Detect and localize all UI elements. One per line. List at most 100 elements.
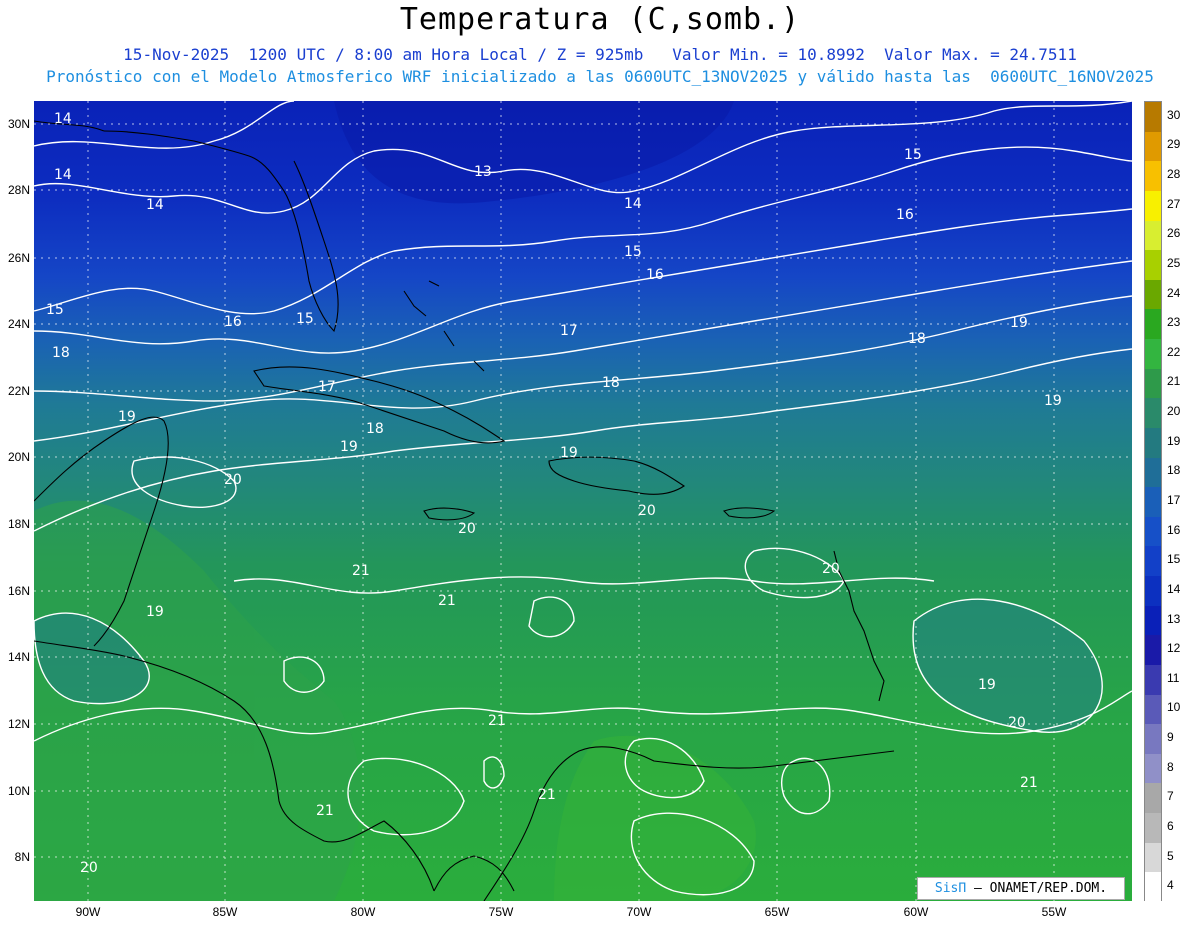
lon-label: 85W (212, 905, 238, 919)
colorbar-segment (1145, 813, 1161, 844)
colorbar-segment (1145, 339, 1161, 370)
colorbar-segment (1145, 161, 1161, 192)
colorbar-segment (1145, 872, 1161, 903)
colorbar-label: 10 (1167, 700, 1181, 715)
colorbar-label: 26 (1167, 226, 1181, 241)
colorbar-segment (1145, 487, 1161, 518)
contour-label: 19 (560, 445, 578, 461)
contour-label: 14 (146, 197, 164, 213)
lon-label: 55W (1041, 905, 1067, 919)
colorbar-label: 9 (1167, 730, 1174, 745)
contour-label: 19 (340, 439, 358, 455)
temperature-map: 14 14 14 13 14 15 16 15 15 16 15 16 17 1… (34, 101, 1132, 901)
contour-label: 14 (54, 167, 72, 183)
lon-label: 80W (350, 905, 376, 919)
contour-label: 20 (458, 521, 476, 537)
map-title: Temperatura (C,somb.) (399, 2, 801, 37)
colorbar-segment (1145, 250, 1161, 281)
colorbar-label: 7 (1167, 789, 1174, 804)
colorbar-segment (1145, 427, 1161, 459)
lon-label: 90W (75, 905, 101, 919)
contour-label: 21 (488, 713, 506, 729)
colorbar-label: 12 (1167, 641, 1181, 656)
contour-label: 19 (118, 409, 136, 425)
contour-label: 18 (366, 421, 384, 437)
colorbar-segment (1145, 220, 1161, 251)
contour-label: 17 (318, 379, 336, 395)
contour-label: 19 (1044, 393, 1062, 409)
colorbar-label: 11 (1167, 670, 1180, 685)
contour-label: 21 (1020, 775, 1038, 791)
colorbar-segment (1145, 576, 1161, 607)
colorbar-label: 23 (1167, 315, 1181, 330)
contour-label: 20 (80, 860, 98, 876)
colorbar-label: 8 (1167, 759, 1174, 774)
contour-label: 21 (352, 563, 370, 579)
colorbar-label: 30 (1167, 107, 1181, 122)
credit-text: – ONAMET/REP.DOM. (974, 881, 1108, 896)
colorbar-segment (1145, 398, 1161, 429)
contour-label: 19 (146, 604, 164, 620)
lat-label: 16N (7, 584, 30, 598)
colorbar-label: 4 (1167, 878, 1174, 893)
colorbar (1144, 101, 1162, 903)
lat-label: 22N (7, 384, 30, 398)
colorbar-segment (1145, 131, 1161, 162)
lat-label: 18N (7, 517, 30, 531)
sispi-logo: SisΠ (934, 881, 967, 896)
colorbar-label: 22 (1167, 344, 1181, 359)
lat-label: 20N (7, 450, 30, 464)
colorbar-label: 6 (1167, 818, 1174, 833)
lat-label: 28N (7, 183, 30, 197)
colorbar-label: 19 (1167, 433, 1181, 448)
lon-label: 65W (764, 905, 790, 919)
colorbar-label: 21 (1167, 374, 1181, 389)
colorbar-segment (1145, 842, 1161, 873)
lon-label: 75W (488, 905, 514, 919)
lon-label: 60W (903, 905, 929, 919)
contour-label: 20 (638, 503, 656, 519)
colorbar-segment (1145, 783, 1161, 814)
colorbar-segment (1145, 724, 1161, 755)
contour-label: 15 (296, 311, 314, 327)
colorbar-label: 20 (1167, 404, 1181, 419)
contour-label: 21 (316, 803, 334, 819)
colorbar-segment (1145, 635, 1161, 666)
lon-label: 70W (626, 905, 652, 919)
colorbar-label: 17 (1167, 493, 1181, 507)
colorbar-label: 5 (1167, 848, 1174, 863)
colorbar-label: 29 (1167, 137, 1181, 152)
colorbar-label: 13 (1167, 611, 1181, 626)
colorbar-segment (1145, 605, 1161, 636)
colorbar-segment (1145, 368, 1161, 399)
lat-label: 14N (7, 650, 30, 664)
contour-label: 20 (1008, 715, 1026, 731)
contour-label: 16 (646, 267, 664, 283)
colorbar-segment (1145, 546, 1161, 577)
lat-label: 26N (7, 251, 30, 265)
colorbar-label: 18 (1167, 463, 1181, 478)
contour-label: 17 (560, 323, 578, 339)
contour-label: 19 (1010, 315, 1028, 331)
colorbar-label: 25 (1167, 255, 1181, 270)
contour-label: 15 (904, 147, 922, 163)
colorbar-segment (1145, 457, 1161, 488)
colorbar-segment (1145, 279, 1161, 310)
colorbar-label: 28 (1167, 167, 1181, 182)
lat-label: 12N (7, 717, 30, 731)
contour-label: 21 (438, 593, 456, 609)
contour-label: 20 (822, 561, 840, 577)
colorbar-label: 16 (1167, 522, 1181, 537)
contour-label: 14 (624, 196, 642, 212)
contour-label: 18 (52, 345, 70, 361)
credit-box: SisΠ – ONAMET/REP.DOM. (917, 877, 1125, 900)
contour-label: 16 (224, 314, 242, 330)
colorbar-segment (1145, 102, 1161, 133)
contour-label: 16 (896, 207, 914, 223)
lat-label: 8N (14, 850, 30, 864)
colorbar-label: 15 (1167, 552, 1181, 567)
subtitle-model-info: Pronóstico con el Modelo Atmosferico WRF… (46, 67, 1154, 86)
contour-label: 18 (908, 331, 926, 347)
colorbar-label: 14 (1167, 581, 1181, 596)
contour-label: 15 (46, 302, 64, 318)
